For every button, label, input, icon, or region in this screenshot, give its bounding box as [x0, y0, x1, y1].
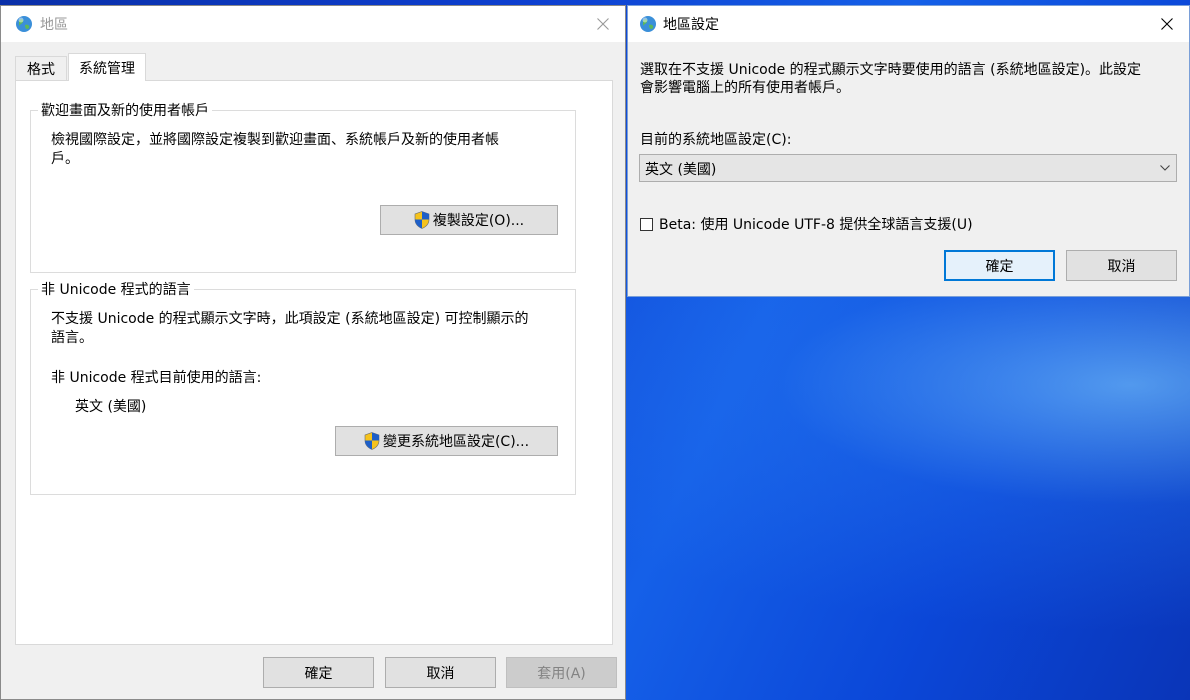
chevron-down-icon [1160, 165, 1170, 171]
cancel-button[interactable]: 取消 [385, 657, 496, 688]
region-titlebar[interactable]: 地區 [1, 6, 625, 42]
current-language-label: 非 Unicode 程式目前使用的語言: [51, 370, 262, 386]
region-window: 地區 格式 系統管理 歡迎畫面及新的使用者帳戶 檢視國際設定，並將國際設定複製到… [0, 5, 626, 700]
close-button[interactable] [581, 6, 625, 42]
welcome-description-line1: 檢視國際設定，並將國際設定複製到歡迎畫面、系統帳戶及新的使用者帳 [51, 132, 499, 148]
welcome-group: 歡迎畫面及新的使用者帳戶 檢視國際設定，並將國際設定複製到歡迎畫面、系統帳戶及新… [30, 100, 576, 273]
ok-label: 確定 [304, 665, 333, 682]
non-unicode-group-legend: 非 Unicode 程式的語言 [38, 279, 194, 299]
non-unicode-description-line2: 語言。 [51, 330, 93, 346]
welcome-description-line2: 戶。 [51, 151, 79, 167]
dialog-cancel-label: 取消 [1107, 258, 1136, 275]
window-title: 地區 [40, 17, 68, 33]
tab-administrative[interactable]: 系統管理 [68, 53, 146, 81]
dialog-title: 地區設定 [663, 17, 719, 33]
locale-dialog: 地區設定 選取在不支援 Unicode 的程式顯示文字時要使用的語言 (系統地區… [627, 5, 1190, 297]
cancel-label: 取消 [426, 665, 455, 682]
dialog-description-line2: 會影響電腦上的所有使用者帳戶。 [640, 80, 850, 96]
copy-settings-button[interactable]: 複製設定(O)... [380, 205, 558, 235]
dialog-cancel-button[interactable]: 取消 [1066, 250, 1177, 281]
system-locale-value: 英文 (美國) [645, 162, 717, 178]
current-language-value: 英文 (美國) [75, 399, 147, 415]
welcome-group-legend: 歡迎畫面及新的使用者帳戶 [38, 100, 212, 120]
close-icon [597, 18, 609, 30]
change-system-locale-button[interactable]: 變更系統地區設定(C)... [335, 426, 558, 456]
globe-icon [640, 16, 656, 32]
locale-titlebar[interactable]: 地區設定 [628, 6, 1189, 42]
copy-settings-label: 複製設定(O)... [432, 213, 525, 229]
non-unicode-group: 非 Unicode 程式的語言 不支援 Unicode 的程式顯示文字時，此項設… [30, 279, 576, 495]
tab-panel: 歡迎畫面及新的使用者帳戶 檢視國際設定，並將國際設定複製到歡迎畫面、系統帳戶及新… [15, 80, 613, 645]
tab-format-label: 格式 [27, 61, 55, 78]
dialog-ok-label: 確定 [985, 258, 1014, 275]
ok-button[interactable]: 確定 [263, 657, 374, 688]
beta-utf8-label[interactable]: Beta: 使用 Unicode UTF-8 提供全球語言支援(U) [659, 215, 973, 235]
beta-utf8-checkbox[interactable] [640, 218, 653, 231]
uac-shield-icon [414, 211, 430, 229]
current-locale-label: 目前的系統地區設定(C): [640, 132, 792, 148]
dialog-description-line1: 選取在不支援 Unicode 的程式顯示文字時要使用的語言 (系統地區設定)。此… [640, 62, 1142, 78]
non-unicode-description-line1: 不支援 Unicode 的程式顯示文字時，此項設定 (系統地區設定) 可控制顯示… [51, 311, 529, 327]
dialog-ok-button[interactable]: 確定 [944, 250, 1055, 281]
change-system-locale-label: 變更系統地區設定(C)... [382, 434, 530, 450]
close-icon [1161, 18, 1173, 30]
apply-button[interactable]: 套用(A) [506, 657, 617, 688]
tab-administrative-label: 系統管理 [79, 60, 135, 77]
system-locale-select[interactable]: 英文 (美國) [639, 154, 1177, 182]
dialog-close-button[interactable] [1145, 6, 1189, 42]
uac-shield-icon [364, 432, 380, 450]
globe-icon [16, 16, 32, 32]
apply-label: 套用(A) [537, 665, 586, 682]
tab-format[interactable]: 格式 [15, 56, 67, 80]
